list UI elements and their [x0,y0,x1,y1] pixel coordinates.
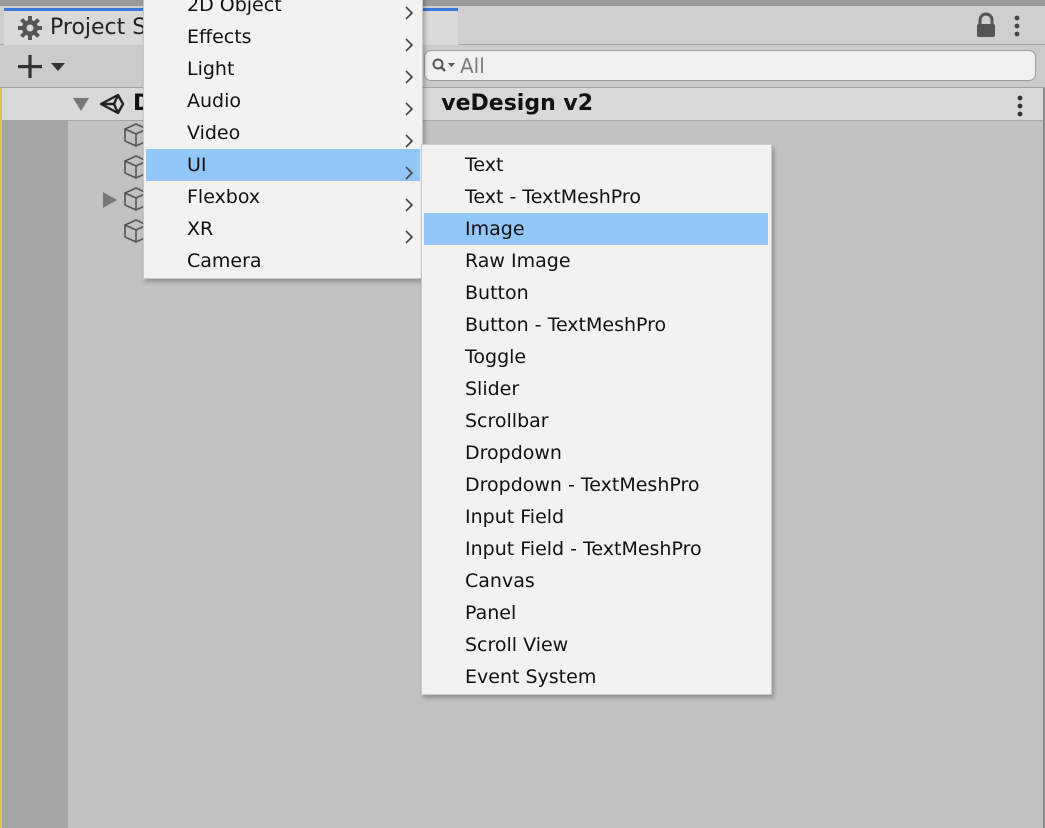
menu-item-label: Scrollbar [465,410,549,432]
lock-icon[interactable] [974,12,998,40]
create-menu-item-flexbox[interactable]: Flexbox [146,181,420,213]
menu-item-label: Panel [465,602,517,624]
search-icon [431,57,457,75]
create-menu-item-video[interactable]: Video [146,117,420,149]
chevron-right-icon [404,62,414,84]
chevron-right-icon [404,158,414,180]
ui-menu-item-panel[interactable]: Panel [424,597,768,629]
ui-menu-item-text[interactable]: Text [424,149,768,181]
menu-item-label: UI [187,154,207,176]
menu-item-label: Toggle [465,346,527,368]
ui-menu-item-toggle[interactable]: Toggle [424,341,768,373]
fold-closed-arrow-icon[interactable] [102,191,118,209]
create-menu-item-audio[interactable]: Audio [146,85,420,117]
chevron-right-icon [404,94,414,116]
create-menu-item-2d-object[interactable]: 2D Object [146,0,420,21]
chevron-right-icon [404,30,414,52]
create-context-menu: 2D Object Effects Light Audio Video UI Flexbox… [143,0,423,279]
ui-menu-item-input-field-textmeshpro[interactable]: Input Field - TextMeshPro [424,533,768,565]
ui-menu-item-image[interactable]: Image [424,213,768,245]
add-create-button[interactable] [12,52,72,82]
ui-submenu: Text Text - TextMeshPro Image Raw Image Butt… [421,144,772,695]
menu-item-label: Raw Image [465,250,571,272]
chevron-right-icon [404,0,414,20]
search-input[interactable]: All [460,51,485,81]
menu-item-label: Canvas [465,570,535,592]
ui-menu-item-raw-image[interactable]: Raw Image [424,245,768,277]
menu-item-label: Video [187,122,241,144]
gear-icon [16,14,44,42]
ui-menu-item-button[interactable]: Button [424,277,768,309]
tab-title: Project S [50,15,147,40]
create-menu-item-xr[interactable]: XR [146,213,420,245]
hierarchy-left-gutter [0,120,68,828]
menu-item-label: 2D Object [187,0,282,16]
menu-item-label: Text [465,154,504,176]
menu-item-label: Scroll View [465,634,569,656]
ui-menu-item-scroll-view[interactable]: Scroll View [424,629,768,661]
menu-item-label: Input Field - TextMeshPro [465,538,702,560]
ui-menu-item-event-system[interactable]: Event System [424,661,768,693]
create-menu-item-effects[interactable]: Effects [146,21,420,53]
plus-icon [18,55,42,78]
menu-item-label: Flexbox [187,186,261,208]
chevron-right-icon [404,190,414,212]
ui-menu-item-scrollbar[interactable]: Scrollbar [424,405,768,437]
ui-menu-item-dropdown[interactable]: Dropdown [424,437,768,469]
ui-menu-item-slider[interactable]: Slider [424,373,768,405]
menu-item-label: Effects [187,26,252,48]
fold-open-arrow-icon[interactable] [72,95,90,113]
caret-down-icon [51,63,65,71]
menu-item-label: Image [465,218,525,240]
tab-options-kebab-icon[interactable] [1007,12,1027,40]
ui-menu-item-text-textmeshpro[interactable]: Text - TextMeshPro [424,181,768,213]
search-field[interactable] [424,50,1036,81]
menu-item-label: Dropdown [465,442,562,464]
menu-item-label: Slider [465,378,520,400]
menu-item-label: Text - TextMeshPro [465,186,641,208]
scene-title-suffix: veDesign v2 [441,91,594,116]
menu-item-label: Light [187,58,235,80]
menu-item-label: Audio [187,90,242,112]
menu-item-label: Camera [187,250,262,272]
menu-item-label: Dropdown - TextMeshPro [465,474,700,496]
scene-options-kebab-icon[interactable] [1010,93,1030,119]
menu-item-label: Event System [465,666,597,688]
chevron-right-icon [404,126,414,148]
ui-menu-item-input-field[interactable]: Input Field [424,501,768,533]
ui-menu-item-canvas[interactable]: Canvas [424,565,768,597]
chevron-right-icon [404,222,414,244]
ui-menu-item-button-textmeshpro[interactable]: Button - TextMeshPro [424,309,768,341]
unity-logo-icon [98,92,126,116]
menu-item-label: Input Field [465,506,565,528]
panel-focus-edge [0,88,2,828]
create-menu-item-ui[interactable]: UI [146,149,420,181]
menu-item-label: XR [187,218,214,240]
create-menu-item-camera[interactable]: Camera [146,245,420,277]
menu-item-label: Button [465,282,529,304]
menu-item-label: Button - TextMeshPro [465,314,667,336]
create-menu-item-light[interactable]: Light [146,53,420,85]
ui-menu-item-dropdown-textmeshpro[interactable]: Dropdown - TextMeshPro [424,469,768,501]
